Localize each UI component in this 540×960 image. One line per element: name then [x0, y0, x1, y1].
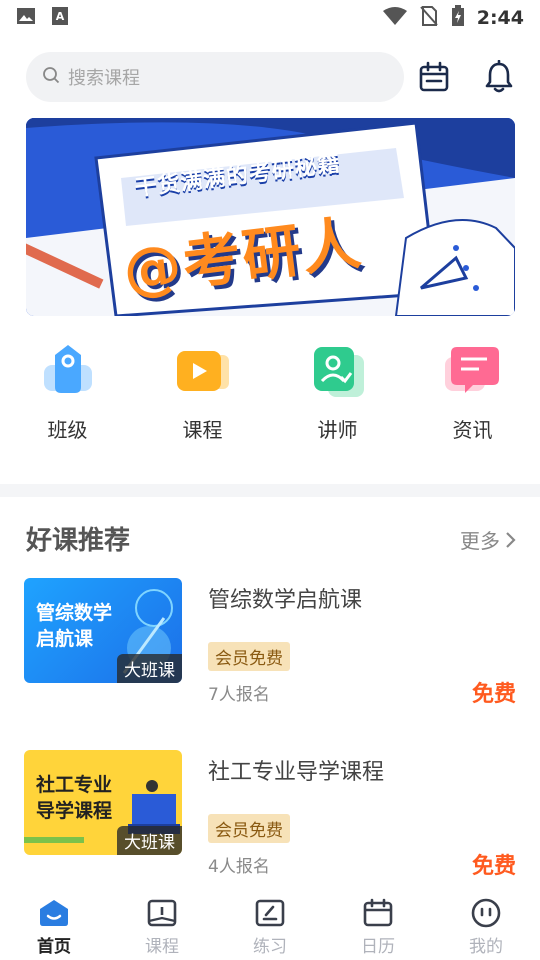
tab-home[interactable]: 首页	[0, 888, 108, 960]
member-tag: 会员免费	[208, 814, 290, 843]
bell-icon	[485, 60, 513, 93]
enroll-count: 4人报名	[208, 857, 270, 877]
search-icon	[42, 66, 60, 88]
course-card[interactable]: 管综数学 启航课 大班课 管综数学启航课 会员免费 7人报名 免费	[24, 578, 516, 707]
enroll-count: 7人报名	[208, 685, 270, 705]
app-notification-icon: A	[50, 6, 70, 30]
quick-nav-news[interactable]: 资讯	[405, 340, 540, 450]
course-icon	[171, 340, 235, 402]
course-title: 社工专业导学课程	[208, 760, 385, 785]
course-type-badge: 大班课	[117, 654, 182, 683]
tab-label: 课程	[145, 937, 179, 957]
calendar-button[interactable]	[415, 58, 453, 96]
wifi-icon	[382, 6, 407, 30]
book-icon	[147, 899, 177, 927]
promo-banner[interactable]: 干货满满的考研秘籍 @考研人	[26, 118, 515, 316]
section-divider	[0, 484, 540, 497]
tab-profile[interactable]: 我的	[432, 888, 540, 960]
gallery-notification-icon	[16, 6, 36, 30]
quick-nav-label: 班级	[47, 418, 88, 442]
quick-nav: 班级 课程 讲师 资讯	[0, 340, 540, 450]
more-label: 更多	[460, 529, 500, 553]
search-placeholder: 搜索课程	[68, 68, 140, 89]
quick-nav-label: 讲师	[317, 418, 358, 442]
course-type-badge: 大班课	[117, 826, 182, 855]
section-title: 好课推荐	[26, 526, 131, 556]
thumb-line: 启航课	[36, 628, 94, 650]
quick-nav-label: 资讯	[452, 418, 493, 442]
course-price: 免费	[471, 682, 516, 707]
course-card[interactable]: 社工专业 导学课程 大班课 社工专业导学课程 会员免费 4人报名 免费	[24, 750, 516, 879]
calendar-icon	[363, 898, 393, 927]
status-time: 2:44	[476, 7, 524, 29]
calendar-icon	[419, 61, 449, 92]
quick-nav-teacher[interactable]: 讲师	[270, 340, 405, 450]
course-thumbnail: 社工专业 导学课程 大班课	[24, 750, 182, 855]
course-price: 免费	[471, 854, 516, 879]
tab-label: 首页	[37, 937, 71, 957]
tab-practice[interactable]: 练习	[216, 888, 324, 960]
class-icon	[36, 340, 100, 402]
member-tag: 会员免费	[208, 642, 290, 671]
thumb-line: 社工专业	[36, 774, 113, 796]
svg-text:A: A	[56, 10, 65, 23]
quick-nav-course[interactable]: 课程	[135, 340, 270, 450]
more-link[interactable]: 更多	[460, 525, 516, 554]
status-bar: A 2:44	[0, 0, 540, 36]
tab-label: 我的	[469, 937, 503, 957]
home-icon	[40, 900, 68, 926]
profile-icon	[471, 898, 501, 928]
teacher-icon	[306, 340, 370, 402]
bottom-tab-bar: 首页 课程 练习 日历 我的	[0, 888, 540, 960]
chevron-right-icon	[506, 531, 516, 548]
quick-nav-class[interactable]: 班级	[0, 340, 135, 450]
tab-label: 日历	[361, 937, 395, 957]
quick-nav-label: 课程	[182, 418, 223, 442]
practice-icon	[255, 899, 285, 927]
notification-button[interactable]	[480, 58, 518, 96]
course-title: 管综数学启航课	[208, 588, 363, 613]
search-input[interactable]: 搜索课程	[26, 52, 404, 102]
no-sim-icon	[419, 5, 439, 31]
tab-calendar[interactable]: 日历	[324, 888, 432, 960]
course-thumbnail: 管综数学 启航课 大班课	[24, 578, 182, 683]
tab-label: 练习	[253, 937, 287, 957]
news-icon	[441, 340, 505, 402]
tab-course[interactable]: 课程	[108, 888, 216, 960]
thumb-line: 导学课程	[36, 800, 113, 822]
battery-charging-icon	[451, 5, 465, 31]
thumb-line: 管综数学	[36, 602, 113, 624]
